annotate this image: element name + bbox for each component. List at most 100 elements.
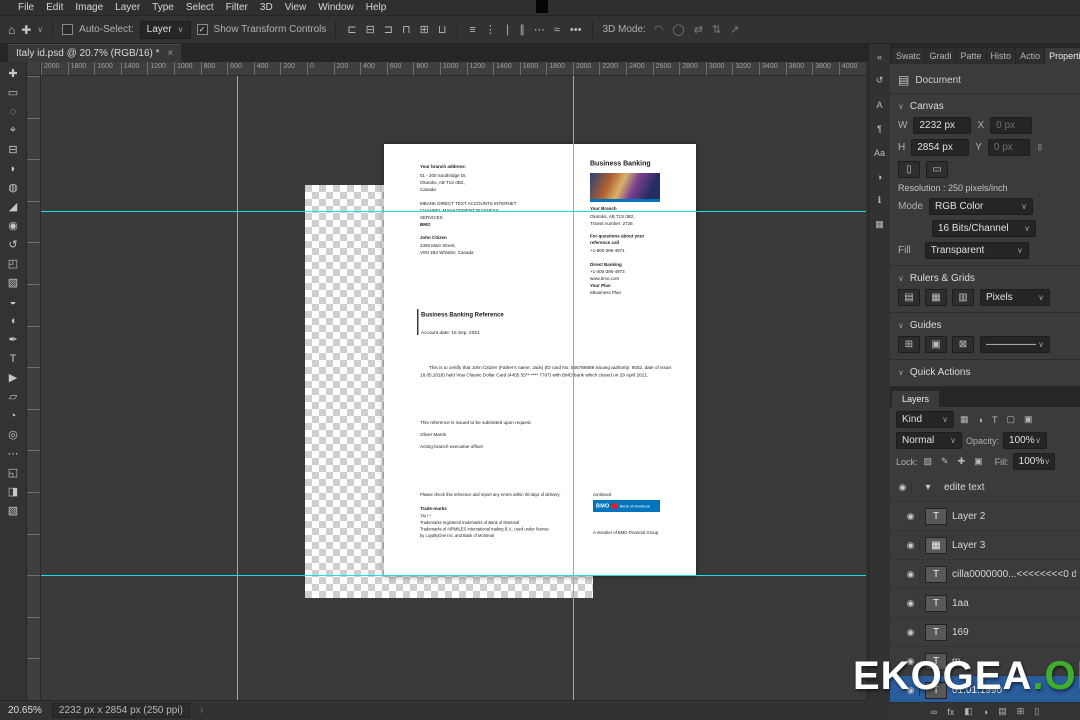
lasso-tool[interactable]: ◌ <box>2 102 24 121</box>
path-selection-tool[interactable]: ▶ <box>2 368 24 387</box>
clear-guides-icon[interactable]: ⊠ <box>952 336 974 353</box>
lock-position-icon[interactable]: ✚ <box>956 456 968 467</box>
panel-tab[interactable]: Swatc <box>892 48 925 64</box>
quick-mask-icon[interactable]: ◨ <box>2 482 24 501</box>
menu-item[interactable]: 3D <box>254 0 279 15</box>
distribute-bottom-icon[interactable]: ∣ <box>503 23 513 36</box>
layer-name[interactable]: cilla0000000...<<<<<<<<0 d <box>952 569 1076 580</box>
adjustments-panel-icon[interactable]: ◑ <box>871 169 889 184</box>
zoom-level-field[interactable]: 20.65% <box>8 705 42 716</box>
foreground-background-swatch[interactable]: ◱ <box>2 463 24 482</box>
layer-thumbnail[interactable]: ▦ <box>925 536 947 554</box>
layer-effects-icon[interactable]: fx <box>947 707 954 717</box>
toggle-rulers-icon[interactable]: ▤ <box>898 289 920 306</box>
height-field[interactable]: 2854 px <box>911 139 970 156</box>
layer-thumbnail[interactable]: T <box>925 623 947 641</box>
distribute-left-icon[interactable]: ∥ <box>517 23 527 36</box>
landscape-orientation-button[interactable]: ▭ <box>926 161 948 178</box>
filter-adjustment-layers-icon[interactable]: ◑ <box>976 415 985 425</box>
width-field[interactable]: 2232 px <box>913 117 972 134</box>
new-group-icon[interactable]: ▤ <box>998 706 1007 717</box>
align-center-h-icon[interactable]: ⊟ <box>364 23 377 36</box>
layer-visibility-eye-icon[interactable]: ◉ <box>902 597 920 609</box>
new-layer-icon[interactable]: ⊞ <box>1017 706 1025 717</box>
collapse-panels-icon[interactable]: « <box>871 49 889 64</box>
quick-selection-tool[interactable]: ⌖ <box>2 121 24 140</box>
auto-select-checkbox[interactable] <box>62 24 74 35</box>
close-icon[interactable]: × <box>168 48 174 59</box>
gradient-tool[interactable]: ▨ <box>2 273 24 292</box>
layer-thumbnail[interactable]: ▾ <box>917 479 939 496</box>
layer-filter-kind-dropdown[interactable]: Kind ∨ <box>896 411 954 428</box>
healing-brush-tool[interactable]: ◍ <box>2 178 24 197</box>
layer-thumbnail[interactable]: T <box>925 565 947 583</box>
layer-visibility-eye-icon[interactable]: ◉ <box>902 510 920 522</box>
3d-rotate-icon[interactable]: ◠ <box>652 23 666 36</box>
new-guide-layout-icon[interactable]: ⊞ <box>898 336 920 353</box>
layer-visibility-eye-icon[interactable]: ◉ <box>902 626 920 638</box>
layer-row[interactable]: ◉ T 1aa <box>890 589 1080 618</box>
layer-row[interactable]: ◉ T 169 <box>890 618 1080 647</box>
menu-item[interactable]: Type <box>146 0 180 15</box>
filter-shape-layers-icon[interactable]: ▢ <box>1004 414 1017 425</box>
tab-layers[interactable]: Layers <box>892 391 940 407</box>
guides-section-header[interactable]: ∨ Guides <box>898 320 1072 331</box>
menu-item[interactable]: File <box>12 0 40 15</box>
layer-row[interactable]: ◉ ▾ edite text <box>890 473 1080 502</box>
delete-layer-icon[interactable]: ▯ <box>1034 706 1039 717</box>
vertical-guide[interactable] <box>573 76 574 700</box>
filter-pixel-layers-icon[interactable]: ▦ <box>958 414 971 425</box>
layer-name[interactable]: 1aa <box>952 598 969 609</box>
eraser-tool[interactable]: ◰ <box>2 254 24 273</box>
brush-tool[interactable]: ◢ <box>2 197 24 216</box>
layer-visibility-eye-icon[interactable]: ◉ <box>902 539 920 551</box>
quick-actions-section-header[interactable]: ∨ Quick Actions <box>898 367 1072 378</box>
layer-name[interactable]: Layer 2 <box>952 511 985 522</box>
3d-scale-icon[interactable]: ↗ <box>728 23 741 36</box>
layer-visibility-eye-icon[interactable]: ◉ <box>902 568 920 580</box>
align-left-icon[interactable]: ⊏ <box>345 23 358 36</box>
lock-pixels-icon[interactable]: ✎ <box>939 456 951 467</box>
canvas-section-header[interactable]: ∨ Canvas <box>898 101 1072 112</box>
layer-name[interactable]: edite text <box>944 482 985 493</box>
3d-pan-icon[interactable]: ⇄ <box>692 23 705 36</box>
type-tool[interactable]: T <box>2 349 24 368</box>
layer-name[interactable]: 169 <box>952 627 969 638</box>
move-tool[interactable]: ✚ <box>2 64 24 83</box>
layer-fill-field[interactable]: 100% ∨ <box>1012 453 1055 470</box>
color-mode-dropdown[interactable]: RGB Color ∨ <box>929 198 1034 215</box>
align-top-icon[interactable]: ⊓ <box>400 23 413 36</box>
align-right-icon[interactable]: ⊐ <box>382 23 395 36</box>
panel-tab[interactable]: Histo <box>986 48 1016 64</box>
panel-tab[interactable]: Properties <box>1045 48 1080 64</box>
lock-all-icon[interactable]: ▣ <box>972 456 985 467</box>
layer-thumbnail[interactable]: T <box>925 594 947 612</box>
shape-tool[interactable]: ▱ <box>2 387 24 406</box>
menu-item[interactable]: Window <box>312 0 360 15</box>
ruler-origin-corner[interactable] <box>27 62 41 76</box>
hand-tool[interactable]: ◔ <box>2 406 24 425</box>
add-mask-icon[interactable]: ◧ <box>964 706 973 717</box>
glyphs-panel-icon[interactable]: Aa <box>871 145 889 160</box>
ruler-units-dropdown[interactable]: Pixels ∨ <box>980 289 1050 306</box>
document-tab[interactable]: Italy id.psd @ 20.7% (RGB/16) * × <box>8 44 182 62</box>
paragraph-panel-icon[interactable]: ¶ <box>871 121 889 136</box>
toggle-guides-icon[interactable]: ▥ <box>952 289 974 306</box>
menu-item[interactable]: View <box>279 0 313 15</box>
layer-row[interactable]: ◉ T Layer 2 <box>890 502 1080 531</box>
horizontal-guide[interactable] <box>41 575 866 576</box>
canvas-fill-dropdown[interactable]: Transparent ∨ <box>924 242 1029 259</box>
canvas-viewport[interactable]: Your branch address: 01 - 200 Southridge… <box>41 76 866 700</box>
auto-select-target-dropdown[interactable]: Layer ∨ <box>139 20 191 39</box>
zoom-tool[interactable]: ◎ <box>2 425 24 444</box>
menu-item[interactable]: Edit <box>40 0 69 15</box>
menu-item[interactable]: Layer <box>109 0 146 15</box>
eyedropper-tool[interactable]: ◗ <box>2 159 24 178</box>
blur-tool[interactable]: ◒ <box>2 292 24 311</box>
bit-depth-dropdown[interactable]: 16 Bits/Channel ∨ <box>932 220 1036 237</box>
distribute-top-icon[interactable]: ≡ <box>467 24 477 36</box>
layer-row[interactable]: ◉ ▦ Layer 3 <box>890 531 1080 560</box>
layer-name[interactable]: Layer 3 <box>952 540 985 551</box>
lock-guides-icon[interactable]: ▣ <box>925 336 947 353</box>
portrait-orientation-button[interactable]: ▯ <box>898 161 920 178</box>
